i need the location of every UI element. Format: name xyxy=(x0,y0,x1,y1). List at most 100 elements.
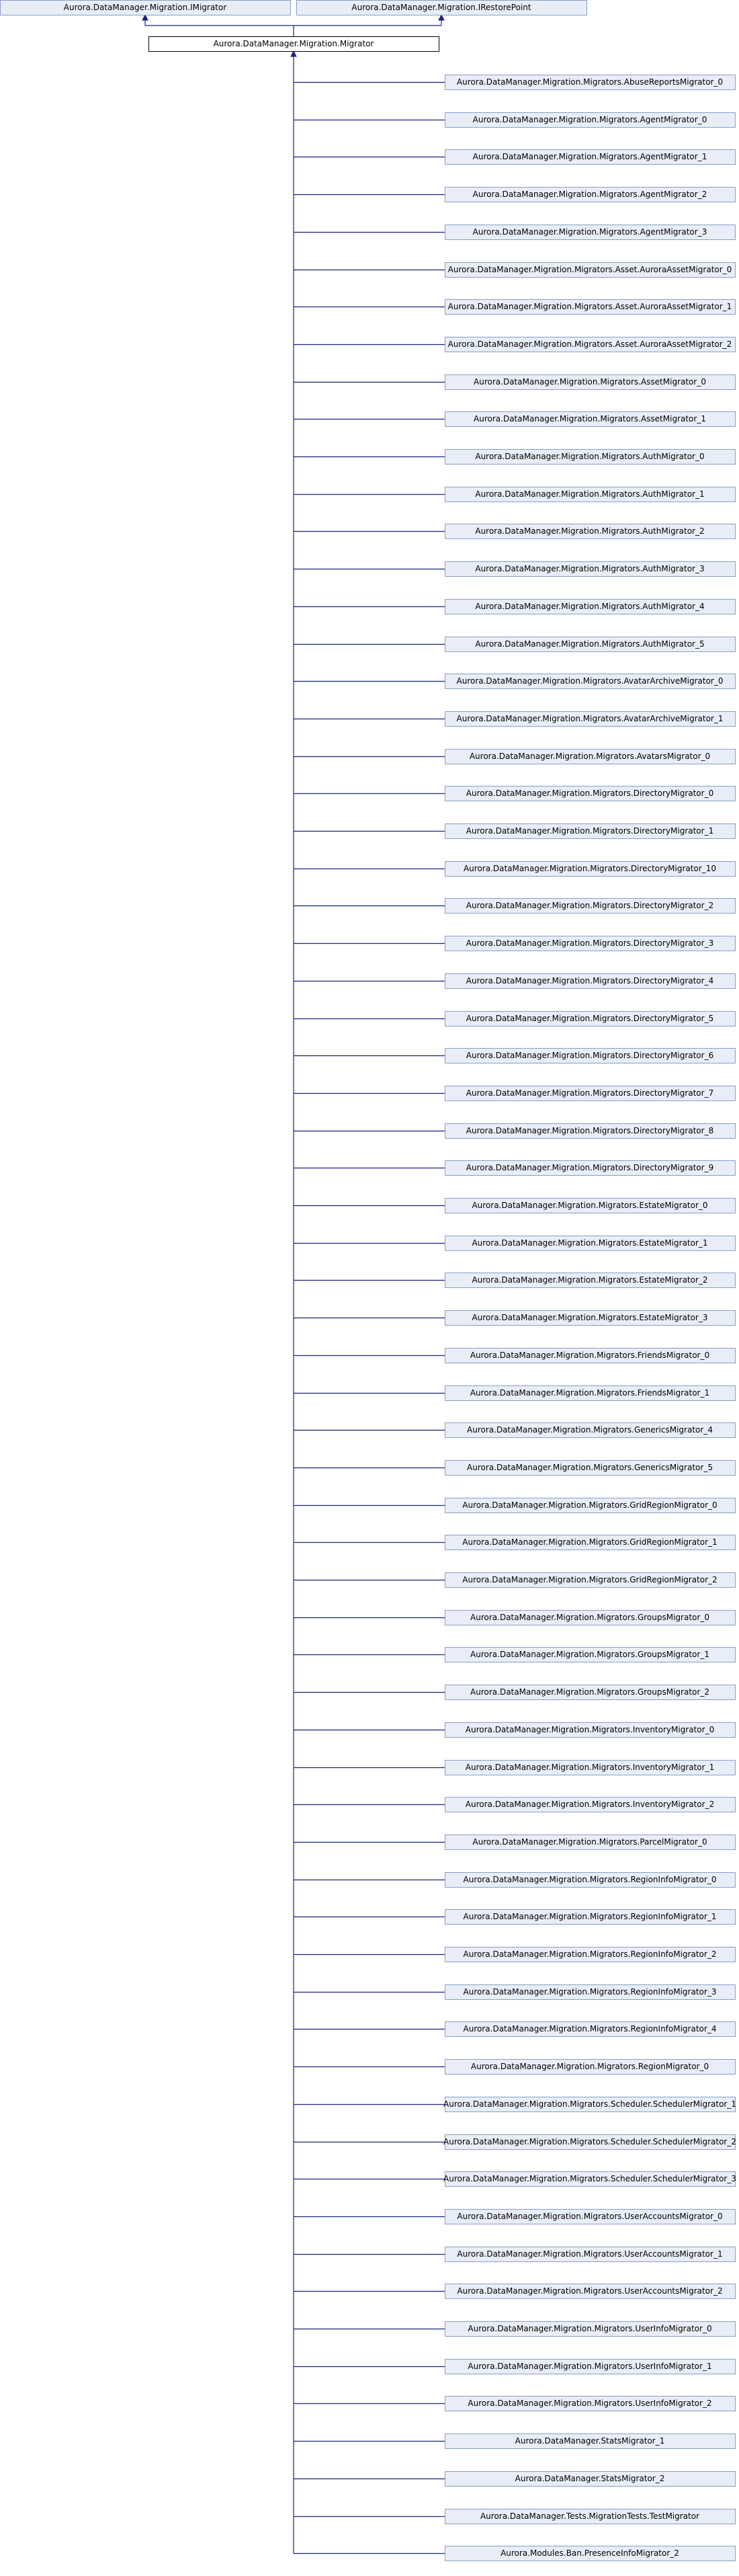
derived-class-node-label: Aurora.DataManager.Migration.Migrators.I… xyxy=(466,1800,714,1809)
derived-class-node[interactable]: Aurora.DataManager.Migration.Migrators.D… xyxy=(445,861,736,877)
derived-class-node[interactable]: Aurora.DataManager.Migration.Migrators.D… xyxy=(445,898,736,914)
derived-class-node[interactable]: Aurora.Modules.Ban.PresenceInfoMigrator_… xyxy=(445,2546,736,2561)
derived-class-node[interactable]: Aurora.DataManager.Migration.Migrators.R… xyxy=(445,1872,736,1888)
derived-class-node[interactable]: Aurora.DataManager.Migration.Migrators.E… xyxy=(445,1273,736,1288)
derived-class-node[interactable]: Aurora.DataManager.Migration.Migrators.G… xyxy=(445,1610,736,1625)
derived-class-node-label: Aurora.DataManager.Migration.Migrators.G… xyxy=(462,1500,717,1510)
derived-class-node[interactable]: Aurora.DataManager.Migration.Migrators.U… xyxy=(445,2284,736,2299)
derived-class-node[interactable]: Aurora.DataManager.Migration.Migrators.A… xyxy=(445,599,736,614)
derived-class-node[interactable]: Aurora.DataManager.Migration.Migrators.A… xyxy=(445,75,736,90)
derived-class-node[interactable]: Aurora.DataManager.Migration.Migrators.P… xyxy=(445,1835,736,1850)
derived-class-node[interactable]: Aurora.DataManager.Migration.Migrators.F… xyxy=(445,1385,736,1401)
derived-class-node[interactable]: Aurora.DataManager.Migration.Migrators.I… xyxy=(445,1760,736,1775)
derived-class-node[interactable]: Aurora.DataManager.Migration.Migrators.A… xyxy=(445,487,736,502)
derived-class-node-label: Aurora.DataManager.Migration.Migrators.U… xyxy=(468,2362,711,2371)
derived-class-node[interactable]: Aurora.DataManager.Migration.Migrators.R… xyxy=(445,1909,736,1925)
derived-class-node[interactable]: Aurora.DataManager.Migration.Migrators.G… xyxy=(445,1498,736,1513)
inheritance-diagram: Aurora.DataManager.Migration.IMigrator Au… xyxy=(0,0,736,2561)
derived-class-node[interactable]: Aurora.DataManager.Migration.Migrators.A… xyxy=(445,187,736,202)
class-migrator[interactable]: Aurora.DataManager.Migration.Migrator xyxy=(148,36,439,52)
derived-class-node[interactable]: Aurora.DataManager.Migration.Migrators.E… xyxy=(445,1198,736,1213)
derived-class-node[interactable]: Aurora.DataManager.Migration.Migrators.D… xyxy=(445,823,736,839)
derived-class-node[interactable]: Aurora.DataManager.Migration.Migrators.A… xyxy=(445,112,736,128)
derived-class-node[interactable]: Aurora.DataManager.Migration.Migrators.R… xyxy=(445,1947,736,1962)
derived-class-node[interactable]: Aurora.DataManager.Migration.Migrators.F… xyxy=(445,1348,736,1363)
derived-class-node-label: Aurora.DataManager.Migration.Migrators.E… xyxy=(472,1201,707,1210)
inheritance-arrowhead xyxy=(142,13,148,21)
derived-class-node[interactable]: Aurora.DataManager.StatsMigrator_2 xyxy=(445,2471,736,2487)
derived-class-node-label: Aurora.DataManager.Migration.Migrators.A… xyxy=(448,339,732,349)
derived-class-node-label: Aurora.DataManager.Migration.Migrators.G… xyxy=(462,1575,717,1584)
derived-class-node[interactable]: Aurora.DataManager.Migration.Migrators.D… xyxy=(445,1048,736,1063)
derived-class-node[interactable]: Aurora.DataManager.Migration.Migrators.R… xyxy=(445,1984,736,2000)
derived-class-node[interactable]: Aurora.DataManager.Migration.Migrators.U… xyxy=(445,2321,736,2337)
derived-class-node[interactable]: Aurora.DataManager.Migration.Migrators.D… xyxy=(445,973,736,989)
derived-class-node-label: Aurora.DataManager.StatsMigrator_2 xyxy=(515,2474,665,2483)
derived-class-node[interactable]: Aurora.DataManager.Migration.Migrators.A… xyxy=(445,225,736,240)
derived-class-node[interactable]: Aurora.DataManager.Migration.Migrators.U… xyxy=(445,2247,736,2262)
derived-class-node[interactable]: Aurora.DataManager.Migration.Migrators.U… xyxy=(445,2396,736,2411)
derived-class-node[interactable]: Aurora.DataManager.Migration.Migrators.D… xyxy=(445,1160,736,1176)
derived-class-node[interactable]: Aurora.DataManager.Migration.Migrators.S… xyxy=(443,2134,736,2150)
derived-class-node[interactable]: Aurora.DataManager.Migration.Migrators.E… xyxy=(445,1310,736,1326)
derived-class-node[interactable]: Aurora.DataManager.Migration.Migrators.G… xyxy=(445,1572,736,1588)
derived-class-node[interactable]: Aurora.DataManager.Migration.Migrators.R… xyxy=(445,2021,736,2037)
derived-class-node[interactable]: Aurora.DataManager.Migration.Migrators.E… xyxy=(445,1236,736,1251)
derived-class-node-label: Aurora.DataManager.Migration.Migrators.A… xyxy=(475,452,704,461)
derived-class-node-label: Aurora.DataManager.Migration.Migrators.D… xyxy=(466,1051,713,1060)
derived-class-node[interactable]: Aurora.DataManager.Migration.Migrators.A… xyxy=(445,674,736,689)
derived-class-node[interactable]: Aurora.DataManager.Migration.Migrators.S… xyxy=(443,2171,736,2187)
class-migrator-label: Aurora.DataManager.Migration.Migrator xyxy=(214,39,374,48)
derived-class-node-label: Aurora.DataManager.Migration.Migrators.A… xyxy=(457,676,724,686)
derived-class-node[interactable]: Aurora.DataManager.Migration.Migrators.A… xyxy=(445,749,736,764)
derived-class-node[interactable]: Aurora.DataManager.Migration.Migrators.R… xyxy=(445,2059,736,2075)
derived-class-node[interactable]: Aurora.DataManager.StatsMigrator_1 xyxy=(445,2433,736,2449)
derived-class-node[interactable]: Aurora.DataManager.Migration.Migrators.I… xyxy=(445,1722,736,1738)
derived-class-node[interactable]: Aurora.DataManager.Tests.MigrationTests.… xyxy=(445,2509,736,2524)
derived-class-node[interactable]: Aurora.DataManager.Migration.Migrators.G… xyxy=(445,1422,736,1438)
derived-class-node[interactable]: Aurora.DataManager.Migration.Migrators.U… xyxy=(445,2359,736,2374)
derived-class-node[interactable]: Aurora.DataManager.Migration.Migrators.G… xyxy=(445,1647,736,1662)
derived-class-node[interactable]: Aurora.DataManager.Migration.Migrators.A… xyxy=(445,449,736,465)
derived-class-node[interactable]: Aurora.DataManager.Migration.Migrators.D… xyxy=(445,1011,736,1027)
derived-class-node-label: Aurora.DataManager.Migration.Migrators.A… xyxy=(470,752,710,761)
derived-class-node-label: Aurora.DataManager.Migration.Migrators.A… xyxy=(475,489,704,499)
derived-class-node-label: Aurora.DataManager.Migration.Migrators.R… xyxy=(464,2024,717,2034)
derived-class-node[interactable]: Aurora.DataManager.Migration.Migrators.G… xyxy=(445,1535,736,1550)
derived-class-node[interactable]: Aurora.DataManager.Migration.Migrators.D… xyxy=(445,1123,736,1139)
derived-class-node-label: Aurora.DataManager.Migration.Migrators.U… xyxy=(457,2212,722,2221)
derived-class-node-label: Aurora.DataManager.Migration.Migrators.E… xyxy=(472,1238,707,1248)
derived-class-node[interactable]: Aurora.DataManager.Migration.Migrators.A… xyxy=(445,299,736,315)
derived-class-node-label: Aurora.DataManager.Migration.Migrators.D… xyxy=(466,789,713,798)
derived-class-node-label: Aurora.DataManager.Migration.Migrators.G… xyxy=(462,1537,717,1547)
derived-class-node[interactable]: Aurora.DataManager.Migration.Migrators.A… xyxy=(445,337,736,352)
derived-class-node-label: Aurora.DataManager.Migration.Migrators.R… xyxy=(464,1875,717,1884)
derived-class-node-label: Aurora.DataManager.Migration.Migrators.R… xyxy=(471,2062,709,2071)
derived-class-node-label: Aurora.DataManager.Migration.Migrators.D… xyxy=(466,976,713,985)
derived-class-node[interactable]: Aurora.DataManager.Migration.Migrators.A… xyxy=(445,561,736,577)
derived-class-node-label: Aurora.DataManager.Migration.Migrators.G… xyxy=(470,1687,709,1697)
derived-class-node[interactable]: Aurora.DataManager.Migration.Migrators.A… xyxy=(445,411,736,427)
interface-imigrator-label: Aurora.DataManager.Migration.IMigrator xyxy=(64,3,226,12)
derived-class-node[interactable]: Aurora.DataManager.Migration.Migrators.A… xyxy=(445,524,736,539)
derived-class-node[interactable]: Aurora.DataManager.Migration.Migrators.A… xyxy=(445,374,736,390)
derived-class-node-label: Aurora.DataManager.Migration.Migrators.D… xyxy=(466,1088,713,1098)
derived-class-node[interactable]: Aurora.DataManager.Migration.Migrators.D… xyxy=(445,936,736,951)
derived-class-node[interactable]: Aurora.DataManager.Migration.Migrators.D… xyxy=(445,786,736,801)
derived-class-node[interactable]: Aurora.DataManager.Migration.Migrators.G… xyxy=(445,1685,736,1700)
interface-imigrator[interactable]: Aurora.DataManager.Migration.IMigrator xyxy=(0,0,291,15)
derived-class-node-label: Aurora.DataManager.Migration.Migrators.A… xyxy=(473,190,707,199)
interface-irestorepoint-label: Aurora.DataManager.Migration.IRestorePoi… xyxy=(351,3,531,12)
derived-class-node[interactable]: Aurora.DataManager.Migration.Migrators.A… xyxy=(445,149,736,165)
derived-class-node[interactable]: Aurora.DataManager.Migration.Migrators.A… xyxy=(445,711,736,727)
interface-irestorepoint[interactable]: Aurora.DataManager.Migration.IRestorePoi… xyxy=(296,0,587,15)
derived-class-node[interactable]: Aurora.DataManager.Migration.Migrators.S… xyxy=(443,2097,736,2112)
derived-class-node[interactable]: Aurora.DataManager.Migration.Migrators.I… xyxy=(445,1797,736,1812)
derived-class-node-label: Aurora.DataManager.Migration.Migrators.D… xyxy=(466,1126,713,1135)
derived-class-node[interactable]: Aurora.DataManager.Migration.Migrators.G… xyxy=(445,1460,736,1476)
derived-class-node[interactable]: Aurora.DataManager.Migration.Migrators.U… xyxy=(445,2209,736,2224)
derived-class-node[interactable]: Aurora.DataManager.Migration.Migrators.A… xyxy=(445,637,736,652)
derived-class-node[interactable]: Aurora.DataManager.Migration.Migrators.A… xyxy=(445,262,736,278)
derived-class-node[interactable]: Aurora.DataManager.Migration.Migrators.D… xyxy=(445,1086,736,1101)
derived-class-node-label: Aurora.DataManager.Migration.Migrators.E… xyxy=(472,1313,707,1322)
